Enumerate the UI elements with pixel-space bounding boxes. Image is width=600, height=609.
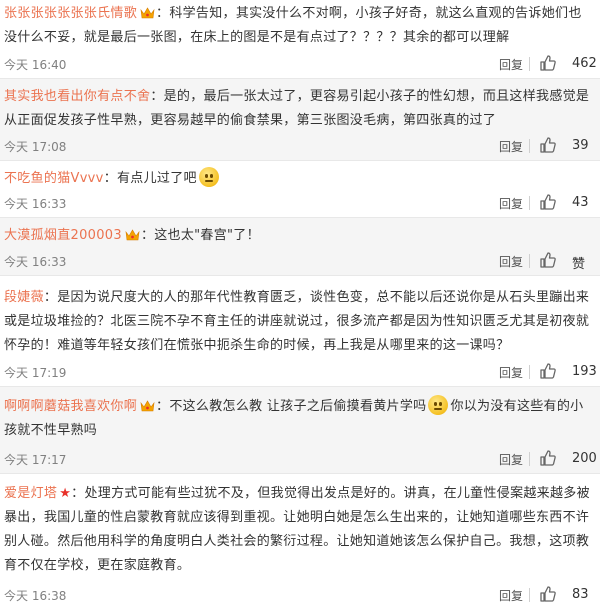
- thumbs-up-icon[interactable]: [539, 362, 557, 380]
- username-link[interactable]: 其实我也看出你有点不舍: [4, 89, 150, 104]
- comment-time: 今天 17:19: [4, 366, 67, 380]
- reply-button[interactable]: 回复: [499, 253, 523, 270]
- reply-button[interactable]: 回复: [499, 56, 523, 73]
- comment-item: 不吃鱼的猫Vvvv：有点儿过了吧 今天 16:33 回复 43: [0, 161, 600, 218]
- username-link[interactable]: 段婕薇: [4, 290, 44, 305]
- comment-item: 其实我也看出你有点不舍：是的，最后一张太过了，更容易引起小孩子的性幻想，而且这样…: [0, 79, 600, 161]
- crown-badge-icon: [140, 400, 155, 412]
- username-link[interactable]: 啊啊啊蘑菇我喜欢你啊: [4, 399, 137, 414]
- comment-list: 张张张张张张张氏情歌 ：科学告知，其实没什么不对啊，小孩子好奇，就这么直观的告诉她…: [0, 0, 600, 609]
- comment-item: 啊啊啊蘑菇我喜欢你啊 ：不这么教怎么教 让孩子之后偷摸看黄片学吗 你以为没有这些有的…: [0, 387, 600, 474]
- comment-meta: 今天 17:19 回复 193: [4, 362, 597, 382]
- thumbs-up-icon[interactable]: [539, 251, 557, 269]
- comment-item: 张张张张张张张氏情歌 ：科学告知，其实没什么不对啊，小孩子好奇，就这么直观的告诉她…: [0, 0, 600, 79]
- comment-time: 今天 17:17: [4, 453, 67, 467]
- crown-badge-icon: [140, 7, 155, 19]
- emoji-icon: [198, 167, 219, 187]
- thumbs-up-icon[interactable]: [539, 449, 557, 467]
- thumbs-up-icon[interactable]: [539, 136, 557, 154]
- divider: [529, 254, 530, 268]
- comment-text: ：这也太"春宫"了！: [140, 228, 260, 243]
- comment-meta: 今天 17:08 回复 39: [4, 136, 594, 156]
- divider: [529, 588, 530, 602]
- like-count: 39: [572, 138, 589, 153]
- comment-item: 大漠孤烟直200003 ：这也太"春宫"了！ 今天 16:33 回复 赞: [0, 218, 600, 276]
- divider: [529, 365, 530, 379]
- username-link[interactable]: 张张张张张张张氏情歌: [4, 6, 137, 21]
- reply-button[interactable]: 回复: [499, 364, 523, 381]
- comment-text: ：有点儿过了吧: [103, 171, 197, 186]
- like-count: 200: [572, 451, 597, 466]
- comment-item: 爱是灯塔 ★：处理方式可能有些过犹不及，但我觉得出发点是好的。讲真，在儿童性侵案越…: [0, 474, 600, 609]
- comment-time: 今天 16:40: [4, 58, 67, 72]
- like-count: 83: [572, 587, 589, 602]
- reply-button[interactable]: 回复: [499, 195, 523, 212]
- reply-button[interactable]: 回复: [499, 138, 523, 155]
- reply-button[interactable]: 回复: [499, 587, 523, 604]
- like-count: 43: [572, 195, 589, 210]
- username-link[interactable]: 爱是灯塔: [4, 486, 57, 501]
- comment-time: 今天 16:33: [4, 197, 67, 211]
- comment-item: 段婕薇：是因为说尺度大的人的那年代性教育匮乏，谈性色变，总不能以后还说你是从石头…: [0, 276, 600, 387]
- star-badge-icon: ★: [59, 486, 72, 501]
- like-count: 193: [572, 364, 597, 379]
- comment-time: 今天 16:33: [4, 255, 67, 269]
- comment-text: ：不这么教怎么教 让孩子之后偷摸看黄片学吗: [156, 399, 427, 414]
- like-count: 赞: [572, 257, 586, 272]
- thumbs-up-icon[interactable]: [539, 585, 557, 603]
- comment-meta: 今天 16:38 回复 83: [4, 585, 594, 605]
- thumbs-up-icon[interactable]: [539, 54, 557, 72]
- like-count: 462: [572, 56, 597, 71]
- username-link[interactable]: 大漠孤烟直200003: [4, 228, 122, 243]
- divider: [529, 452, 530, 466]
- comment-text: ：是因为说尺度大的人的那年代性教育匮乏，谈性色变，总不能以后还说你是从石头里蹦出…: [4, 290, 590, 353]
- reply-button[interactable]: 回复: [499, 451, 523, 468]
- username-link[interactable]: 不吃鱼的猫Vvvv: [4, 171, 104, 186]
- crown-badge-icon: [125, 229, 140, 241]
- comment-meta: 今天 16:33 回复 43: [4, 193, 594, 213]
- thumbs-up-icon[interactable]: [539, 193, 557, 211]
- divider: [529, 196, 530, 210]
- comment-time: 今天 17:08: [4, 140, 67, 154]
- comment-meta: 今天 16:33 回复 赞: [4, 251, 594, 272]
- comment-text: ：处理方式可能有些过犹不及，但我觉得出发点是好的。讲真，在儿童性侵案越来越多被暴…: [4, 486, 590, 573]
- comment-meta: 今天 17:17 回复 200: [4, 449, 597, 469]
- emoji-icon: [428, 395, 449, 415]
- comment-meta: 今天 16:40 回复 462: [4, 54, 597, 74]
- divider: [529, 57, 530, 71]
- comment-time: 今天 16:38: [4, 589, 67, 603]
- divider: [529, 139, 530, 153]
